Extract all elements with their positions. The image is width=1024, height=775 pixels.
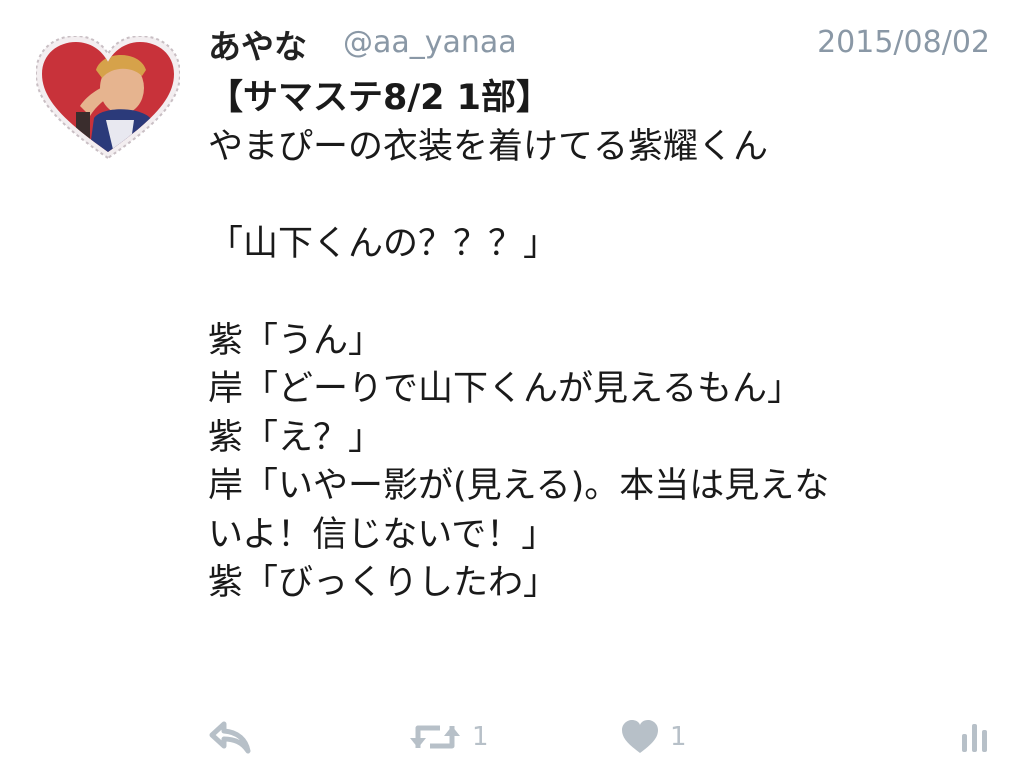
analytics-button[interactable] xyxy=(958,712,992,762)
like-button[interactable]: 1 xyxy=(620,712,687,762)
reply-icon xyxy=(209,721,251,754)
tweet-line: やまぴーの衣装を着けてる紫耀くん xyxy=(208,126,769,167)
tweet-line: 「山下くんの？？？」 xyxy=(208,223,559,264)
tweet-line: 岸「どーりで山下くんが見えるもん」 xyxy=(208,369,802,409)
tweet-line: 紫「びっくりしたわ」 xyxy=(208,563,559,603)
retweet-count: 1 xyxy=(472,722,489,752)
tweet-header: あやな @aa_yanaa 2015/08/02 xyxy=(208,18,990,70)
tweet-line xyxy=(208,171,998,220)
display-name[interactable]: あやな xyxy=(208,20,307,68)
heart-icon xyxy=(622,720,658,753)
heart-frame-avatar-icon xyxy=(34,34,182,160)
tweet-actions: 1 1 xyxy=(208,712,998,762)
analytics-icon xyxy=(962,724,987,752)
username[interactable]: @aa_yanaa xyxy=(343,25,517,60)
tweet-line: いよ！信じないで！」 xyxy=(208,514,557,555)
avatar[interactable] xyxy=(34,34,182,162)
like-count: 1 xyxy=(670,722,687,752)
tweet-line: 岸「いやー影が(見える)。本当は見えな xyxy=(208,466,830,506)
reply-button[interactable] xyxy=(208,712,252,762)
timestamp[interactable]: 2015/08/02 xyxy=(817,25,990,60)
tweet-line: 紫「うん」 xyxy=(208,320,384,361)
tweet-line xyxy=(208,268,998,317)
tweet-line: 【サマステ8/2 1部】 xyxy=(208,78,552,118)
retweet-button[interactable]: 1 xyxy=(408,712,489,762)
tweet-line: 紫「え？」 xyxy=(208,417,384,458)
tweet-card: あやな @aa_yanaa 2015/08/02 【サマステ8/2 1部】 やま… xyxy=(0,0,1024,775)
retweet-icon xyxy=(410,725,460,749)
tweet-text: 【サマステ8/2 1部】 やまぴーの衣装を着けてる紫耀くん 「山下くんの？？？」… xyxy=(208,74,998,608)
